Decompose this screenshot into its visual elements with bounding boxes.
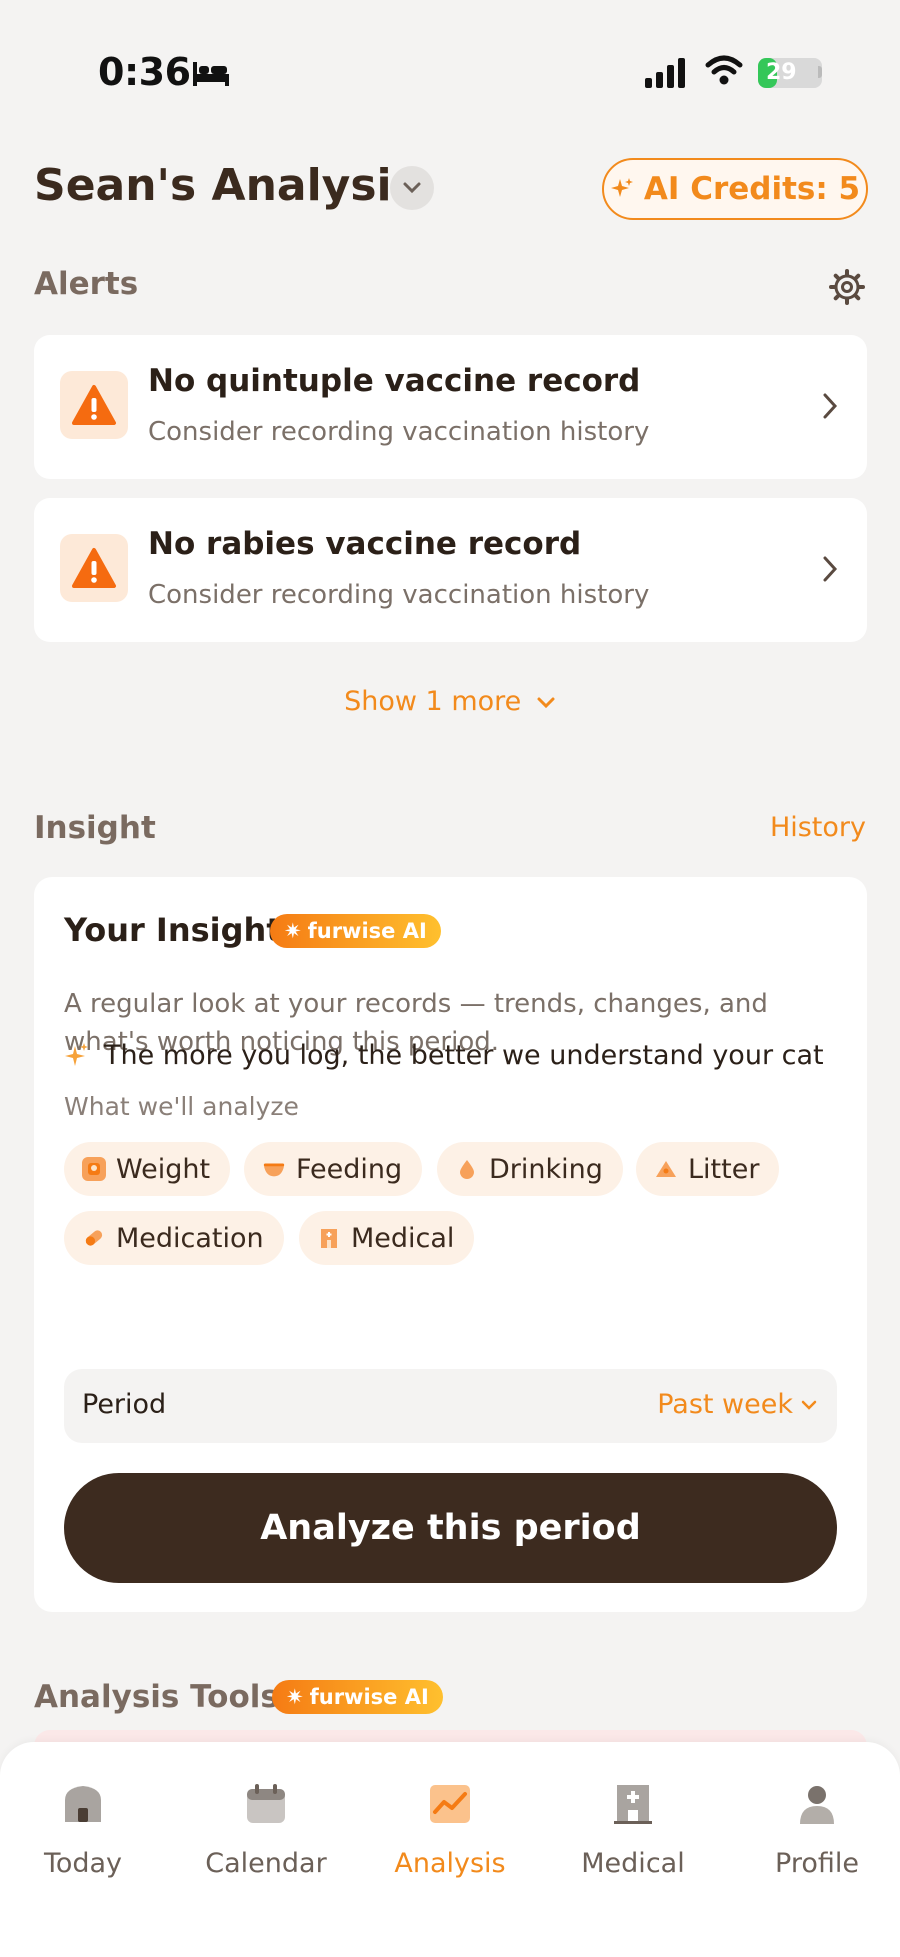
analysis-tools-section-label: Analysis Tools xyxy=(34,1679,279,1715)
period-value: Past week xyxy=(657,1389,817,1420)
chevron-right-icon xyxy=(823,393,838,419)
tab-analysis[interactable]: Analysis xyxy=(365,1782,535,1879)
insight-card-title: Your Insight xyxy=(64,911,282,949)
history-link[interactable]: History xyxy=(770,812,866,843)
alerts-section-label: Alerts xyxy=(34,266,139,302)
sleep-focus-icon xyxy=(193,62,229,86)
tip-text: The more you log, the better we understa… xyxy=(104,1040,824,1071)
calendar-icon xyxy=(247,1784,285,1823)
chip-label: Medical xyxy=(351,1222,455,1254)
home-icon xyxy=(65,1786,101,1822)
wifi-icon xyxy=(705,55,743,85)
tab-calendar[interactable]: Calendar xyxy=(181,1782,351,1879)
chip-label: Weight xyxy=(116,1153,211,1185)
warning-icon xyxy=(72,548,116,588)
ai-credits-label: AI Credits: 5 xyxy=(643,171,861,207)
signal-icon xyxy=(645,58,685,88)
chip-medical: Medical xyxy=(299,1211,475,1265)
chevron-right-icon xyxy=(823,556,838,582)
analysis-screen: 0:36 29 Sean's Analysis AI Credits: 5 Al… xyxy=(0,0,900,1957)
alert-card-quintuple-vaccine[interactable]: No quintuple vaccine record Consider rec… xyxy=(34,335,867,479)
chip-label: Litter xyxy=(688,1153,760,1185)
water-drop-icon xyxy=(455,1157,479,1181)
pill-icon xyxy=(82,1226,106,1250)
tab-label: Analysis xyxy=(394,1848,506,1879)
status-bar: 0:36 29 xyxy=(0,0,900,150)
battery-percent: 29 xyxy=(766,60,797,85)
alert-icon-box xyxy=(60,371,128,439)
hospital-icon xyxy=(614,1785,652,1824)
star-icon: ✷ xyxy=(286,1685,304,1709)
alert-card-rabies-vaccine[interactable]: No rabies vaccine record Consider record… xyxy=(34,498,867,642)
show-more-alerts-button[interactable]: Show 1 more xyxy=(0,686,900,717)
tab-bar: Today Calendar Analysis Medical Profile xyxy=(0,1742,900,1957)
chevron-down-icon xyxy=(537,697,555,709)
chart-icon xyxy=(430,1785,470,1823)
battery-cap xyxy=(818,66,822,78)
furwise-ai-badge: ✷ furwise AI xyxy=(272,1680,443,1714)
alert-title: No quintuple vaccine record xyxy=(148,363,641,399)
chip-weight: Weight xyxy=(64,1142,231,1196)
page-title: Sean's Analysis xyxy=(34,160,418,211)
tab-label: Medical xyxy=(581,1848,685,1879)
chip-label: Drinking xyxy=(489,1153,603,1185)
hospital-icon xyxy=(317,1226,341,1250)
chevron-down-icon xyxy=(801,1400,817,1410)
ai-badge-label: furwise AI xyxy=(307,919,427,943)
alert-subtitle: Consider recording vaccination history xyxy=(148,417,650,447)
scale-icon xyxy=(82,1157,106,1181)
chip-label: Medication xyxy=(116,1222,264,1254)
tab-label: Today xyxy=(43,1848,123,1879)
battery-indicator: 29 xyxy=(758,58,822,88)
alert-title: No rabies vaccine record xyxy=(148,526,582,562)
analyze-categories-label: What we'll analyze xyxy=(64,1092,299,1121)
analyze-period-button[interactable]: Analyze this period xyxy=(64,1473,837,1583)
pet-switcher-button[interactable] xyxy=(390,166,434,210)
chevron-down-icon xyxy=(403,182,421,194)
insight-section-label: Insight xyxy=(34,810,156,846)
alert-icon-box xyxy=(60,534,128,602)
period-label: Period xyxy=(82,1389,167,1420)
tab-profile[interactable]: Profile xyxy=(732,1782,900,1879)
tab-label: Profile xyxy=(775,1848,859,1879)
food-bowl-icon xyxy=(262,1157,286,1181)
ai-badge-label: furwise AI xyxy=(309,1685,429,1709)
sparkle-icon xyxy=(65,1042,88,1066)
warning-icon xyxy=(72,385,116,425)
period-selector[interactable]: Period Past week xyxy=(64,1369,837,1443)
gear-icon[interactable] xyxy=(828,268,866,306)
star-icon: ✷ xyxy=(284,919,302,943)
chip-label: Feeding xyxy=(296,1153,403,1185)
logging-tip: The more you log, the better we understa… xyxy=(64,1040,824,1071)
furwise-ai-badge: ✷ furwise AI xyxy=(270,914,441,948)
status-time: 0:36 xyxy=(98,50,191,94)
ai-credits-button[interactable]: AI Credits: 5 xyxy=(602,158,868,220)
sparkle-icon xyxy=(610,178,633,197)
chip-drinking: Drinking xyxy=(437,1142,623,1196)
tab-medical[interactable]: Medical xyxy=(548,1782,718,1879)
chip-medication: Medication xyxy=(64,1211,284,1265)
alert-subtitle: Consider recording vaccination history xyxy=(148,580,650,610)
litter-icon xyxy=(654,1157,678,1181)
tab-label: Calendar xyxy=(205,1848,327,1879)
person-icon xyxy=(800,1786,834,1824)
chip-feeding: Feeding xyxy=(244,1142,423,1196)
tab-today[interactable]: Today xyxy=(0,1782,168,1879)
show-more-label: Show 1 more xyxy=(344,686,522,717)
chip-litter: Litter xyxy=(636,1142,780,1196)
period-value-text: Past week xyxy=(657,1389,793,1420)
